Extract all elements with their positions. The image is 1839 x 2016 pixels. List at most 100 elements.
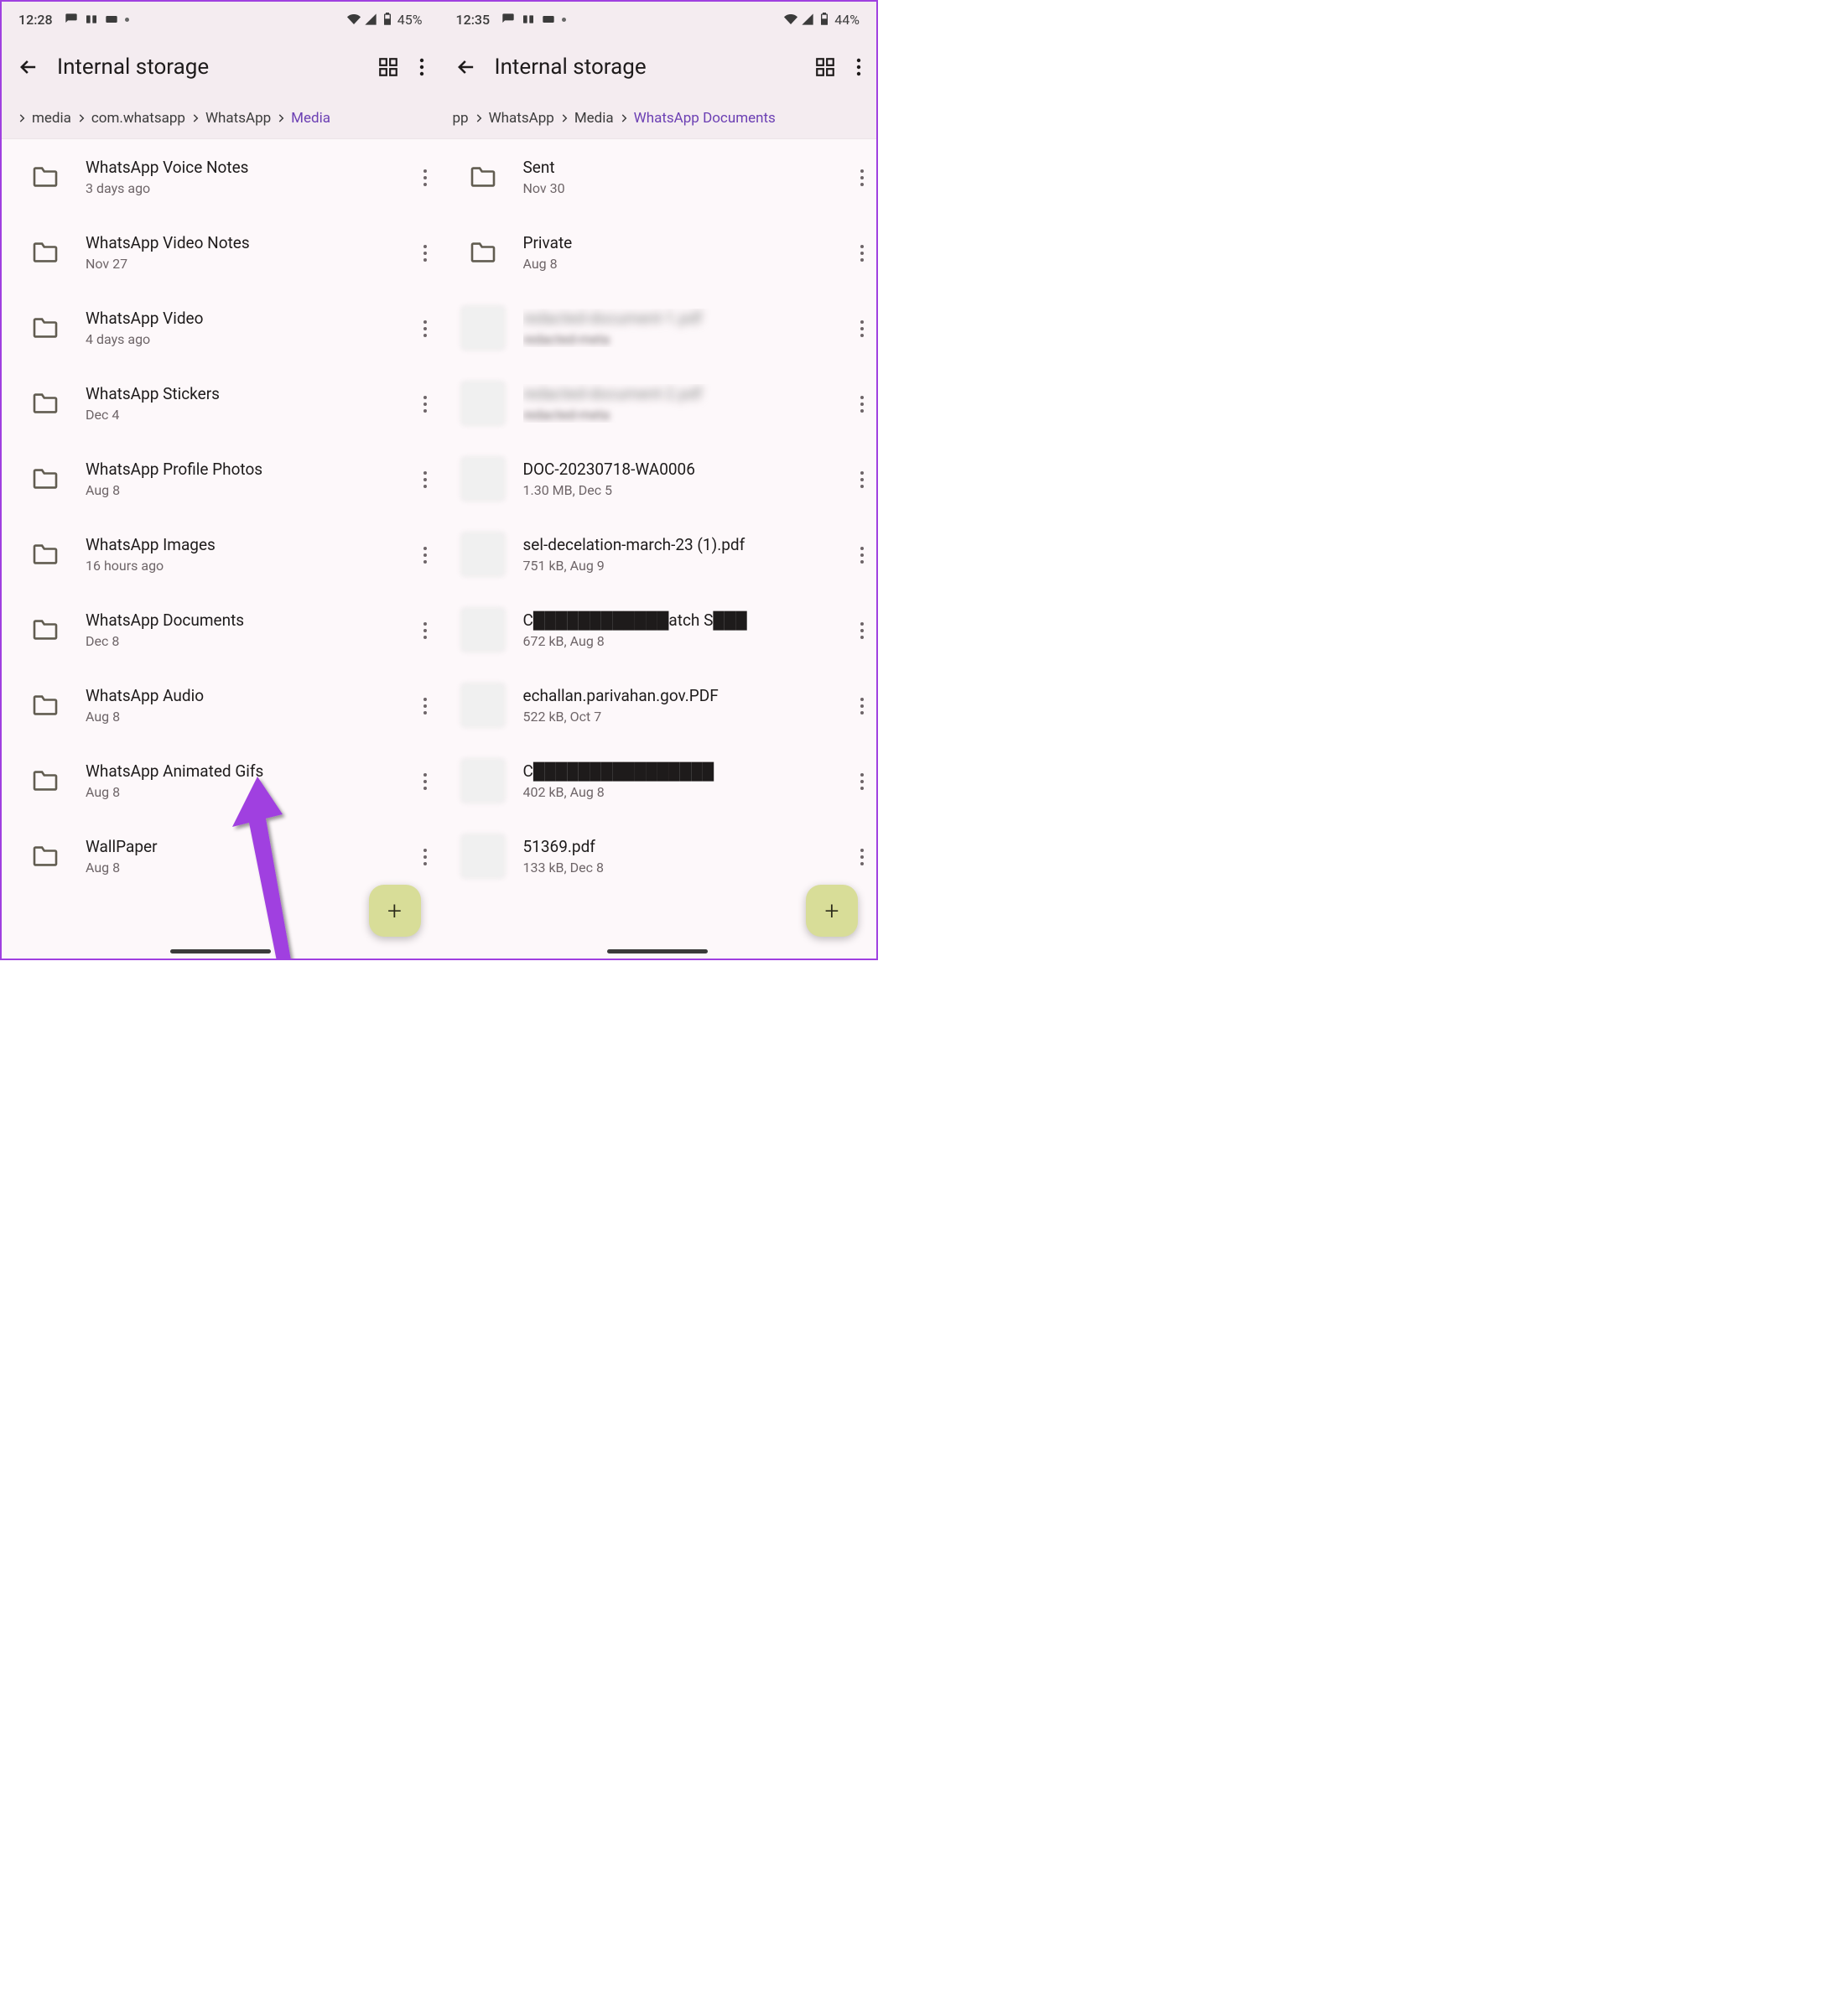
breadcrumb-item[interactable]: WhatsApp (487, 110, 556, 127)
folder-row[interactable]: WhatsApp Voice Notes3 days ago (2, 139, 439, 215)
file-row[interactable]: redacted-document-2.pdfredacted-meta (439, 366, 877, 441)
row-menu-button[interactable] (860, 772, 865, 790)
folder-row[interactable]: WhatsApp StickersDec 4 (2, 366, 439, 441)
file-name: WhatsApp Documents (86, 611, 413, 631)
file-name: DOC-20230718-WA0006 (523, 460, 850, 481)
breadcrumb-item[interactable]: com.whatsapp (90, 110, 187, 127)
file-name: 51369.pdf (523, 837, 850, 858)
overflow-menu-button[interactable] (856, 57, 861, 77)
folder-row[interactable]: WhatsApp Animated GifsAug 8 (2, 743, 439, 818)
file-meta: 522 kB, Oct 7 (523, 709, 850, 725)
row-menu-button[interactable] (423, 847, 428, 865)
breadcrumb-item[interactable]: Media (289, 110, 332, 127)
row-menu-button[interactable] (860, 545, 865, 564)
file-row[interactable]: 51369.pdf133 kB, Dec 8 (439, 818, 877, 894)
file-meta: redacted-meta (523, 331, 850, 347)
row-menu-button[interactable] (423, 168, 428, 186)
notification-icon (501, 13, 515, 26)
folder-icon (23, 382, 67, 425)
chevron-right-icon (273, 112, 289, 124)
file-meta: Nov 30 (523, 180, 850, 196)
page-title: Internal storage (57, 55, 377, 80)
app-bar: Internal storage (439, 37, 877, 97)
row-menu-button[interactable] (860, 168, 865, 186)
breadcrumb-item[interactable]: media (30, 110, 73, 127)
grid-view-button[interactable] (814, 56, 836, 78)
file-row[interactable]: C████████████████ 402 kB, Aug 8 (439, 743, 877, 818)
file-list[interactable]: SentNov 30PrivateAug 8redacted-document-… (439, 139, 877, 959)
fab-add-button[interactable]: + (369, 885, 421, 937)
chevron-right-icon (187, 112, 204, 124)
back-button[interactable] (17, 55, 40, 79)
file-row[interactable]: sel-decelation-march-23 (1).pdf751 kB, A… (439, 517, 877, 592)
signal-icon (801, 13, 814, 26)
fab-add-button[interactable]: + (806, 885, 858, 937)
folder-row[interactable]: WhatsApp Video NotesNov 27 (2, 215, 439, 290)
file-row[interactable]: redacted-document-1.pdfredacted-meta (439, 290, 877, 366)
file-meta: Aug 8 (86, 709, 413, 725)
row-menu-button[interactable] (423, 470, 428, 488)
folder-row[interactable]: WhatsApp Documents Dec 8 (2, 592, 439, 668)
row-menu-button[interactable] (860, 847, 865, 865)
battery-icon (381, 13, 394, 26)
overflow-menu-button[interactable] (419, 57, 424, 77)
folder-row[interactable]: WhatsApp Images16 hours ago (2, 517, 439, 592)
file-meta: Aug 8 (86, 482, 413, 498)
signal-icon (364, 13, 377, 26)
folder-row[interactable]: SentNov 30 (439, 139, 877, 215)
row-menu-button[interactable] (423, 772, 428, 790)
nav-handle[interactable] (170, 949, 271, 953)
file-meta: 402 kB, Aug 8 (523, 784, 850, 800)
screen-left: 12:28 45% (2, 2, 439, 959)
row-menu-button[interactable] (860, 621, 865, 639)
row-menu-button[interactable] (423, 319, 428, 337)
file-meta: 3 days ago (86, 180, 413, 196)
breadcrumb-item[interactable]: pp (451, 110, 470, 127)
breadcrumb-item[interactable]: WhatsApp Documents (632, 110, 777, 127)
file-name: redacted-document-2.pdf (523, 384, 850, 405)
folder-icon (23, 683, 67, 727)
row-menu-button[interactable] (860, 243, 865, 262)
file-thumbnail (461, 608, 505, 652)
battery-icon (818, 13, 831, 26)
row-menu-button[interactable] (423, 394, 428, 413)
breadcrumb-item[interactable]: Media (573, 110, 616, 127)
file-list[interactable]: WhatsApp Voice Notes3 days agoWhatsApp V… (2, 139, 439, 959)
status-dot (562, 18, 566, 22)
file-meta: 672 kB, Aug 8 (523, 633, 850, 649)
row-menu-button[interactable] (860, 696, 865, 714)
back-button[interactable] (455, 55, 478, 79)
file-meta: Dec 8 (86, 633, 413, 649)
status-time: 12:28 (18, 12, 53, 28)
plus-icon: + (825, 896, 839, 926)
folder-row[interactable]: WallPaperAug 8 (2, 818, 439, 894)
file-meta: 751 kB, Aug 9 (523, 558, 850, 574)
breadcrumb: media com.whatsapp WhatsApp Media (2, 97, 439, 139)
folder-icon (23, 231, 67, 274)
row-menu-button[interactable] (423, 243, 428, 262)
row-menu-button[interactable] (860, 470, 865, 488)
file-row[interactable]: echallan.parivahan.gov.PDF522 kB, Oct 7 (439, 668, 877, 743)
file-meta: Dec 4 (86, 407, 413, 423)
folder-icon (23, 155, 67, 199)
file-thumbnail (461, 683, 505, 727)
folder-icon (23, 608, 67, 652)
file-meta: 1.30 MB, Dec 5 (523, 482, 850, 498)
grid-view-button[interactable] (377, 56, 399, 78)
folder-row[interactable]: WhatsApp Video4 days ago (2, 290, 439, 366)
folder-icon (23, 457, 67, 501)
row-menu-button[interactable] (423, 545, 428, 564)
row-menu-button[interactable] (860, 319, 865, 337)
folder-row[interactable]: PrivateAug 8 (439, 215, 877, 290)
folder-row[interactable]: WhatsApp Profile PhotosAug 8 (2, 441, 439, 517)
folder-row[interactable]: WhatsApp AudioAug 8 (2, 668, 439, 743)
status-dot (125, 18, 129, 22)
nav-handle[interactable] (607, 949, 708, 953)
row-menu-button[interactable] (860, 394, 865, 413)
row-menu-button[interactable] (423, 696, 428, 714)
row-menu-button[interactable] (423, 621, 428, 639)
breadcrumb-item[interactable]: WhatsApp (204, 110, 273, 127)
file-row[interactable]: DOC-20230718-WA00061.30 MB, Dec 5 (439, 441, 877, 517)
file-name: C████████████████ (523, 761, 850, 782)
file-row[interactable]: C████████████atch S███672 kB, Aug 8 (439, 592, 877, 668)
